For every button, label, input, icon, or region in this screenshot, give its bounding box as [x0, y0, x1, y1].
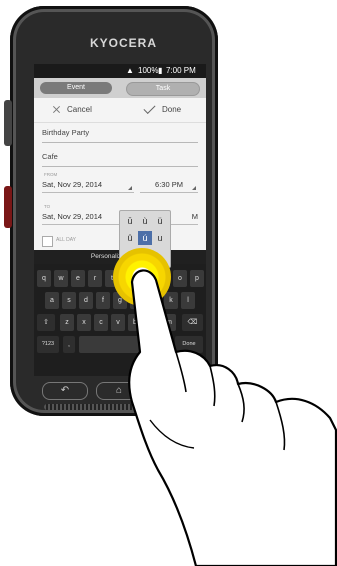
- hand-illustration: [128, 269, 337, 566]
